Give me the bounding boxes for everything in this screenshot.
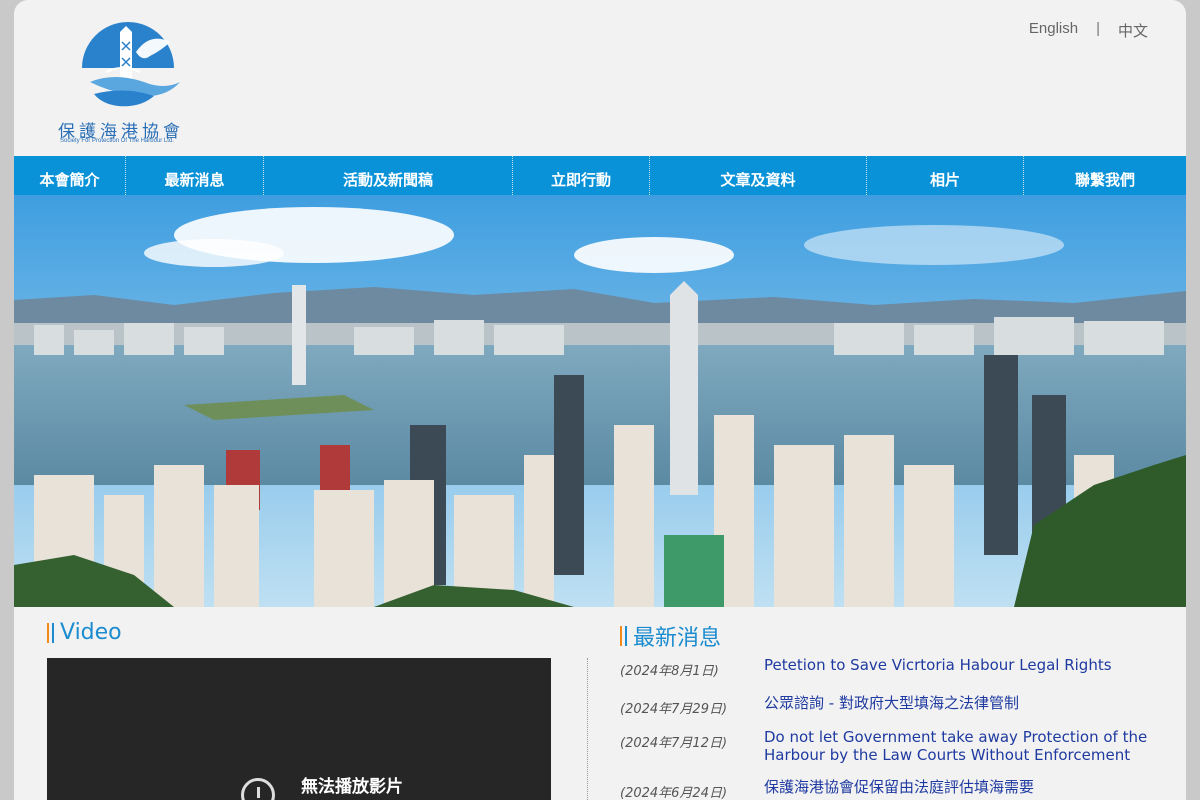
news-section-title: 最新消息	[620, 620, 721, 652]
news-title-text: 最新消息	[633, 626, 722, 651]
nav-item-contact[interactable]: 聯繫我們	[1024, 156, 1186, 195]
logo-english-name: Society For Protection Of The Harbour Lt…	[60, 138, 174, 144]
news-link[interactable]: 保護海港協會促保留由法庭評估填海需要	[764, 778, 1184, 796]
lang-separator: |	[1096, 20, 1100, 37]
main-nav: 本會簡介 最新消息 活動及新聞稿 立即行動 文章及資料 相片 聯繫我們	[14, 156, 1186, 195]
news-date: (2024年7月29日)	[620, 702, 728, 717]
nav-item-photos[interactable]: 相片	[867, 156, 1024, 195]
news-link[interactable]: 公眾諮詢 - 對政府大型填海之法律管制	[764, 694, 1184, 712]
nav-item-latest-news[interactable]: 最新消息	[126, 156, 264, 195]
title-bars-icon	[620, 626, 627, 646]
nav-item-take-action[interactable]: 立即行動	[513, 156, 650, 195]
language-switcher: English | 中文	[1029, 20, 1148, 41]
news-date: (2024年8月1日)	[620, 664, 719, 679]
lang-chinese-link[interactable]: 中文	[1118, 20, 1148, 41]
video-section-title: Video	[47, 620, 122, 645]
video-error-icon	[241, 778, 275, 800]
title-bars-icon	[47, 622, 54, 643]
page: 保護海港協會 Society For Protection Of The Har…	[14, 0, 1186, 800]
news-link[interactable]: Do not let Government take away Protecti…	[764, 728, 1184, 764]
header: 保護海港協會 Society For Protection Of The Har…	[14, 0, 1186, 156]
nav-item-articles[interactable]: 文章及資料	[650, 156, 867, 195]
news-date: (2024年7月12日)	[620, 736, 728, 751]
video-player[interactable]: 無法播放影片	[47, 658, 551, 800]
lang-english-link[interactable]: English	[1029, 20, 1078, 41]
news-date: (2024年6月24日)	[620, 786, 728, 800]
section-divider	[587, 658, 588, 800]
news-link[interactable]: Petetion to Save Vicrtoria Habour Legal …	[764, 656, 1184, 674]
harbour-banner-image	[14, 195, 1186, 607]
nav-item-about[interactable]: 本會簡介	[14, 156, 126, 195]
video-title-text: Video	[60, 620, 122, 645]
nav-item-events[interactable]: 活動及新聞稿	[264, 156, 513, 195]
video-error-message: 無法播放影片	[301, 777, 403, 797]
